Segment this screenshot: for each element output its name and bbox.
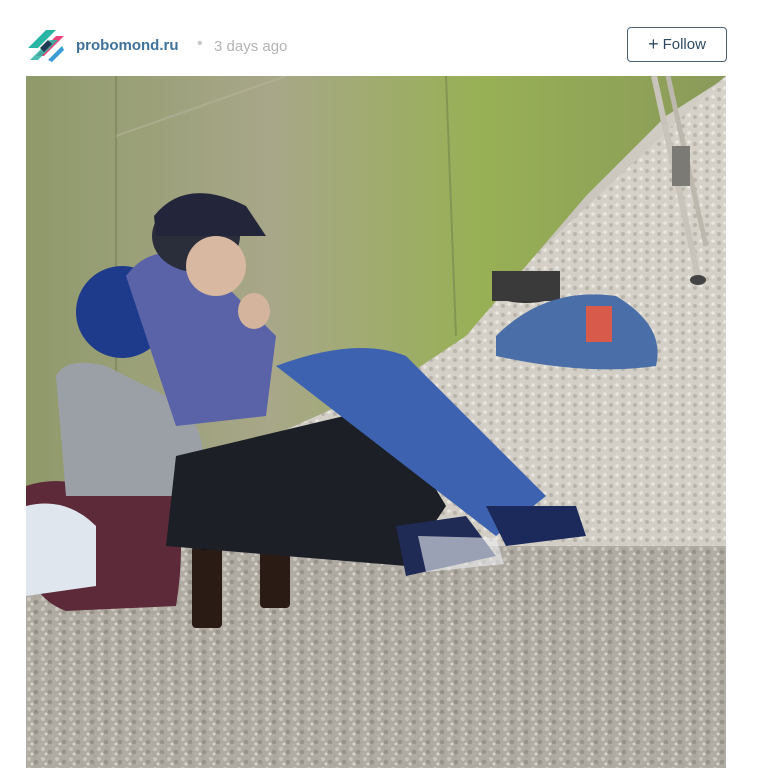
brand-logo-icon[interactable] [26, 26, 66, 64]
username-link[interactable]: probomond.ru [76, 37, 178, 54]
follow-label: Follow [662, 36, 706, 53]
post-photo[interactable] [26, 76, 726, 768]
plus-icon: + [648, 33, 659, 54]
follow-button[interactable]: + Follow [627, 27, 727, 62]
post-header: probomond.ru • 3 days ago + Follow [0, 0, 768, 76]
post-timestamp[interactable]: 3 days ago [214, 38, 287, 55]
separator-dot: • [197, 35, 203, 52]
